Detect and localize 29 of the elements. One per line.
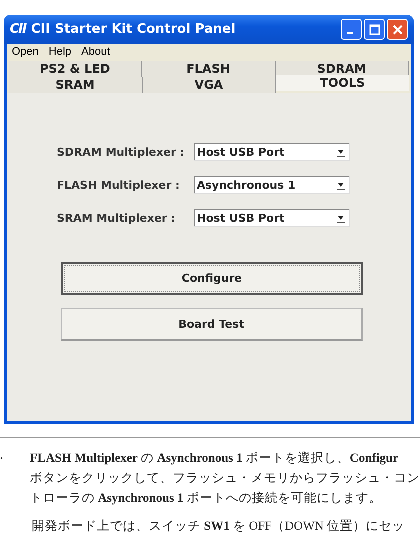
tab[interactable]: FLASH [142,61,276,77]
text-line: ボタンをクリックして、フラッシュ・メモリからフラッシュ・コン [30,470,420,487]
menu-item[interactable]: Open [12,46,39,58]
text-line: 開発ボード上では、スイッチ SW1 を OFF（DOWN 位置）にセッ [31,518,406,535]
maximize-icon [368,24,380,36]
dropdown[interactable]: Asynchronous 1 [194,176,350,194]
push-button[interactable]: Board Test [61,308,363,341]
maximize-button[interactable] [364,19,385,40]
close-button[interactable] [387,19,408,40]
minimize-button[interactable] [341,19,362,40]
minimize-icon [346,32,352,34]
tab[interactable]: SRAM [9,77,143,93]
field-label: FLASH Multiplexer : [57,178,181,192]
app-logo: CII [10,22,26,37]
tab[interactable]: TOOLS [276,75,410,91]
tab[interactable]: VGA [142,77,276,93]
push-button[interactable]: Configure [61,262,363,295]
text-line: FLASH Multiplexer の Asynchronous 1 ポートを選択し、Configur [30,450,400,467]
menu-item[interactable]: About [82,46,110,58]
field-label: SDRAM Multiplexer : [57,146,186,158]
window-title: CII Starter Kit Control Panel [31,22,237,37]
close-icon [392,24,404,36]
tab[interactable]: PS2 & LED [9,61,142,77]
field-label: SRAM Multiplexer : [57,212,177,224]
text-line: トローラの Asynchronous 1 ポートへの接続を可能にします。 [30,490,383,507]
dropdown[interactable]: Host USB Port [194,143,350,161]
menu-item[interactable]: Help [48,46,72,58]
list-marker: . [0,448,4,465]
dropdown[interactable]: Host USB Port [194,209,350,227]
